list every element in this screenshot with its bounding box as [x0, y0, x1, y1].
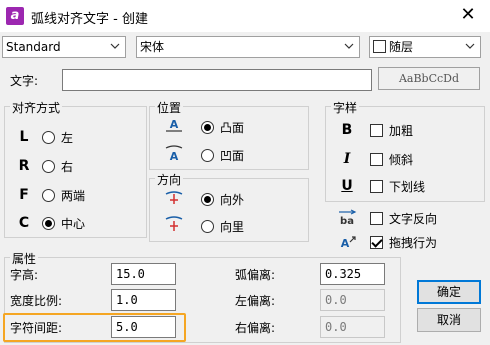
- app-icon: a: [6, 7, 24, 25]
- align-left-radio[interactable]: [42, 131, 55, 144]
- right-offset-input: 0.0: [320, 316, 385, 338]
- convex-label: 凸面: [220, 121, 245, 135]
- drag-behavior-label: 拖拽行为: [389, 236, 438, 250]
- close-icon[interactable]: ✕: [446, 0, 490, 32]
- outward-icon: [165, 191, 183, 204]
- cancel-button[interactable]: 取消: [417, 308, 481, 332]
- align-fit-label: 两端: [61, 189, 86, 203]
- text-style-select[interactable]: Standard: [2, 36, 126, 58]
- font-value: 宋体: [140, 40, 165, 54]
- text-style-value: Standard: [6, 40, 61, 54]
- bold-icon: B: [341, 122, 353, 138]
- reverse-text-checkbox[interactable]: [370, 212, 383, 225]
- char-spacing-input[interactable]: 5.0: [111, 316, 176, 338]
- reverse-text-icon: ba: [339, 209, 357, 227]
- italic-icon: I: [343, 151, 351, 167]
- bold-checkbox[interactable]: [370, 124, 383, 137]
- convex-radio[interactable]: [201, 121, 214, 134]
- align-center-icon: C: [18, 215, 30, 231]
- svg-text:A: A: [170, 150, 179, 162]
- ok-button[interactable]: 确定: [417, 280, 481, 304]
- inward-icon: [165, 216, 183, 231]
- align-fit-radio[interactable]: [42, 189, 55, 202]
- text-label: 文字:: [10, 74, 39, 88]
- italic-checkbox[interactable]: [370, 153, 383, 166]
- width-ratio-input[interactable]: 1.0: [111, 289, 176, 311]
- align-left-icon: L: [19, 129, 29, 145]
- underline-icon: U: [341, 178, 353, 194]
- outward-radio[interactable]: [201, 193, 214, 206]
- chevron-down-icon: [344, 43, 354, 49]
- align-group-title: 对齐方式: [10, 99, 63, 116]
- chevron-down-icon: [465, 43, 475, 49]
- reverse-text-label: 文字反向: [389, 212, 438, 226]
- align-left-label: 左: [61, 131, 74, 145]
- align-center-label: 中心: [61, 217, 86, 231]
- italic-label: 倾斜: [389, 153, 414, 167]
- left-offset-label: 左偏离:: [235, 294, 276, 308]
- direction-group-title: 方向: [155, 171, 184, 188]
- char-spacing-label: 字符间距:: [10, 321, 63, 335]
- inward-label: 向里: [220, 220, 245, 234]
- convex-icon: A: [166, 118, 182, 132]
- chevron-down-icon: [110, 43, 120, 49]
- right-offset-label: 右偏离:: [235, 321, 276, 335]
- underline-checkbox[interactable]: [370, 180, 383, 193]
- properties-group-title: 属性: [10, 250, 39, 267]
- drag-behavior-icon: A: [341, 236, 356, 250]
- text-input[interactable]: [62, 69, 372, 91]
- outward-label: 向外: [220, 193, 245, 207]
- font-style-group-title: 字样: [331, 99, 360, 116]
- align-right-label: 右: [61, 160, 74, 174]
- svg-text:A: A: [341, 237, 350, 250]
- left-offset-input: 0.0: [320, 289, 385, 311]
- position-group-title: 位置: [155, 99, 184, 116]
- bold-label: 加粗: [389, 124, 414, 138]
- width-ratio-label: 宽度比例:: [10, 294, 63, 308]
- window-title: 弧线对齐文字 - 创建: [31, 12, 148, 27]
- text-height-label: 字高:: [10, 268, 39, 282]
- layer-select[interactable]: 随层: [369, 36, 481, 58]
- concave-icon: A: [165, 145, 183, 162]
- arc-offset-input[interactable]: 0.325: [320, 263, 385, 285]
- layer-checkbox[interactable]: [373, 40, 386, 53]
- svg-text:A: A: [170, 118, 179, 131]
- concave-label: 凹面: [220, 149, 245, 163]
- font-select[interactable]: 宋体: [136, 36, 360, 58]
- concave-radio[interactable]: [201, 149, 214, 162]
- drag-behavior-checkbox[interactable]: [370, 236, 383, 249]
- align-right-icon: R: [18, 158, 30, 174]
- inward-radio[interactable]: [201, 220, 214, 233]
- font-preview: AaBbCcDd: [378, 67, 480, 90]
- align-center-radio[interactable]: [42, 217, 55, 230]
- layer-label: 随层: [389, 40, 414, 54]
- underline-label: 下划线: [389, 180, 426, 194]
- align-fit-icon: F: [19, 187, 29, 203]
- align-right-radio[interactable]: [42, 160, 55, 173]
- text-height-input[interactable]: 15.0: [111, 263, 176, 285]
- arc-offset-label: 弧偏离:: [235, 268, 276, 282]
- svg-text:ba: ba: [340, 216, 354, 227]
- title-bar: a 弧线对齐文字 - 创建 ✕: [0, 0, 490, 32]
